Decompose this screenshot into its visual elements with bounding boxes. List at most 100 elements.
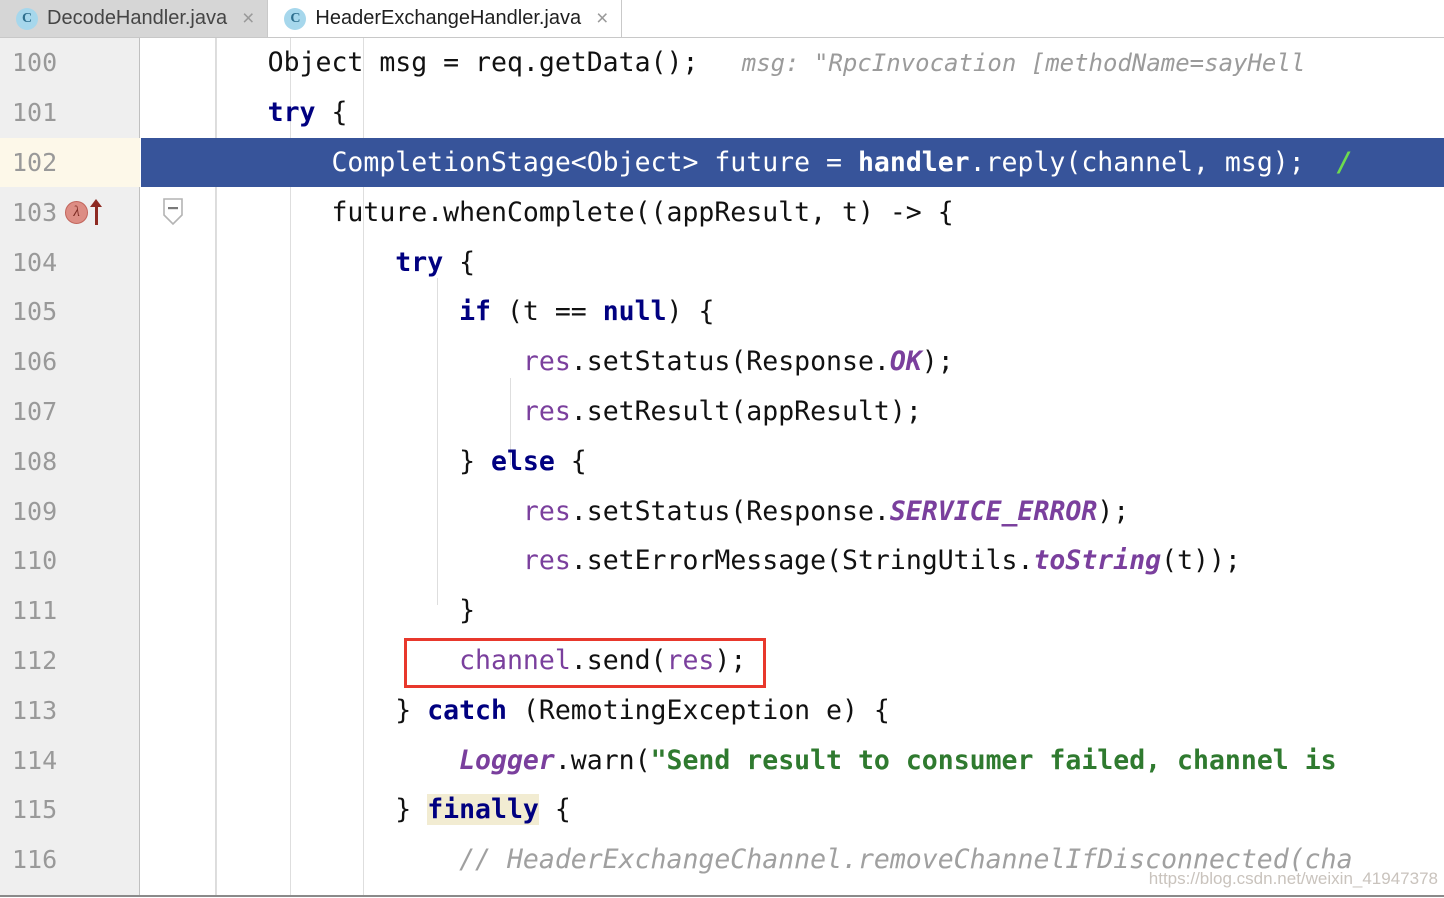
code-line[interactable]: 112 channel.send(res); xyxy=(0,636,1444,686)
code-line-content: } finally { xyxy=(140,794,571,826)
code-line[interactable]: 100 Object msg = req.getData(); msg: "Rp… xyxy=(0,38,1444,88)
code-token: res xyxy=(666,644,715,676)
code-token: else xyxy=(491,445,555,477)
code-token: CompletionStage<Object> future = xyxy=(140,146,858,178)
line-number-text: 111 xyxy=(12,596,58,626)
code-line-text[interactable]: res.setResult(appResult); xyxy=(140,387,1444,437)
tab-headerexchangehandler[interactable]: C HeaderExchangeHandler.java × xyxy=(268,0,623,37)
code-line[interactable]: 115 } finally { xyxy=(0,785,1444,835)
code-token: ); xyxy=(921,346,954,378)
code-line[interactable]: 111 } xyxy=(0,586,1444,636)
code-line-text[interactable]: future.whenComplete((appResult, t) -> { xyxy=(140,187,1444,237)
code-token: (RemotingException e) { xyxy=(506,694,890,726)
tab-decodehandler[interactable]: C DecodeHandler.java × xyxy=(0,0,269,37)
line-number-text: 114 xyxy=(12,745,58,775)
tab-label: HeaderExchangeHandler.java xyxy=(315,7,582,29)
code-line-text[interactable]: CompletionStage<Object> future = handler… xyxy=(140,138,1444,188)
code-line[interactable]: 104 try { xyxy=(0,237,1444,287)
code-line-text[interactable]: Logger.warn("Send result to consumer fai… xyxy=(140,735,1444,785)
code-token: res xyxy=(522,346,571,378)
code-line-content: future.whenComplete((appResult, t) -> { xyxy=(140,197,953,228)
code-line[interactable]: 103 λ future.whenComplete((appResult, t) … xyxy=(0,187,1444,237)
code-token: res xyxy=(522,545,571,577)
code-fold-collapse-icon[interactable] xyxy=(160,197,186,227)
code-token: / xyxy=(1304,146,1353,178)
line-number-text: 102 xyxy=(12,147,58,177)
code-line-text[interactable]: try { xyxy=(140,237,1444,287)
code-line[interactable]: 108 } else { xyxy=(0,436,1444,486)
code-line[interactable]: 107 res.setResult(appResult); xyxy=(0,387,1444,437)
line-number: 104 xyxy=(0,237,140,287)
code-line[interactable]: 109 res.setStatus(Response.SERVICE_ERROR… xyxy=(0,486,1444,536)
code-line[interactable]: 101 try { xyxy=(0,88,1444,138)
line-number: 106 xyxy=(0,337,140,387)
line-number: 112 xyxy=(0,636,140,686)
code-line-text[interactable]: } catch (RemotingException e) { xyxy=(140,685,1444,735)
code-line-text[interactable]: Object msg = req.getData(); msg: "RpcInv… xyxy=(140,38,1444,88)
line-number: 116 xyxy=(0,835,140,885)
code-line[interactable]: 110 res.setErrorMessage(StringUtils.toSt… xyxy=(0,536,1444,586)
code-line-content: res.setStatus(Response.OK); xyxy=(140,346,954,377)
code-token: .warn( xyxy=(554,744,651,776)
code-line-content: } catch (RemotingException e) { xyxy=(140,695,890,726)
code-token: .setResult(appResult); xyxy=(570,395,922,427)
line-number-text: 101 xyxy=(12,98,58,128)
line-number: 110 xyxy=(0,536,140,586)
line-number-text: 104 xyxy=(12,247,58,277)
code-token: .setStatus(Response. xyxy=(570,495,890,527)
code-line-text[interactable]: if (t == null) { xyxy=(140,287,1444,337)
line-number-text: 113 xyxy=(12,695,58,725)
code-token: finally xyxy=(427,794,539,826)
code-line-content: try { xyxy=(140,247,475,278)
gutter-icon-group[interactable]: λ xyxy=(65,199,103,226)
line-number: 115 xyxy=(0,785,140,835)
code-line-content: Object msg = req.getData(); msg: "RpcInv… xyxy=(140,47,1306,79)
code-line[interactable]: 102 CompletionStage<Object> future = han… xyxy=(0,137,1444,188)
close-icon[interactable]: × xyxy=(242,8,254,29)
code-token: { xyxy=(554,445,587,477)
code-token: ); xyxy=(714,644,747,676)
code-token: .setStatus(Response. xyxy=(570,346,890,378)
code-line-text[interactable]: } else { xyxy=(140,436,1444,486)
code-line[interactable]: 114 Logger.warn("Send result to consumer… xyxy=(0,735,1444,785)
code-token: channel xyxy=(459,644,571,676)
code-line-text[interactable]: } finally { xyxy=(140,785,1444,835)
code-line-content: CompletionStage<Object> future = handler… xyxy=(140,146,1353,178)
code-token: "Send result to consumer failed, channel… xyxy=(650,744,1337,776)
close-icon[interactable]: × xyxy=(596,8,608,29)
code-line-text[interactable]: channel.send(res); xyxy=(140,636,1444,686)
line-number: 109 xyxy=(0,486,140,536)
code-line-text[interactable]: } xyxy=(140,586,1444,636)
code-line[interactable]: 106 res.setStatus(Response.OK); xyxy=(0,337,1444,387)
code-token: handler xyxy=(857,146,970,178)
code-token: SERVICE_ERROR xyxy=(889,495,1098,527)
code-line-text[interactable]: res.setStatus(Response.OK); xyxy=(140,337,1444,387)
code-token: OK xyxy=(889,346,922,378)
code-line-text[interactable]: res.setErrorMessage(StringUtils.toString… xyxy=(140,536,1444,586)
code-line-text[interactable]: try { xyxy=(140,88,1444,138)
code-line-text[interactable]: res.setStatus(Response.SERVICE_ERROR); xyxy=(140,486,1444,536)
code-token: toString xyxy=(1033,545,1162,577)
step-up-arrow-icon[interactable] xyxy=(90,199,103,226)
code-token: Logger xyxy=(459,744,555,776)
code-line[interactable]: 113 } catch (RemotingException e) { xyxy=(0,685,1444,735)
lambda-breakpoint-icon[interactable]: λ xyxy=(65,200,89,224)
code-editor[interactable]: 100 Object msg = req.getData(); msg: "Rp… xyxy=(0,38,1444,897)
code-line[interactable]: 105 if (t == null) { xyxy=(0,287,1444,337)
code-token: try xyxy=(395,246,444,278)
code-token: Object msg = req.getData(); xyxy=(140,47,699,79)
line-number-text: 107 xyxy=(12,396,58,426)
line-number: 111 xyxy=(0,586,140,636)
code-token: { xyxy=(315,97,348,129)
java-class-icon: C xyxy=(284,7,307,30)
code-token: ) { xyxy=(666,296,715,328)
line-number-text: 100 xyxy=(12,48,58,78)
line-number: 107 xyxy=(0,387,140,437)
